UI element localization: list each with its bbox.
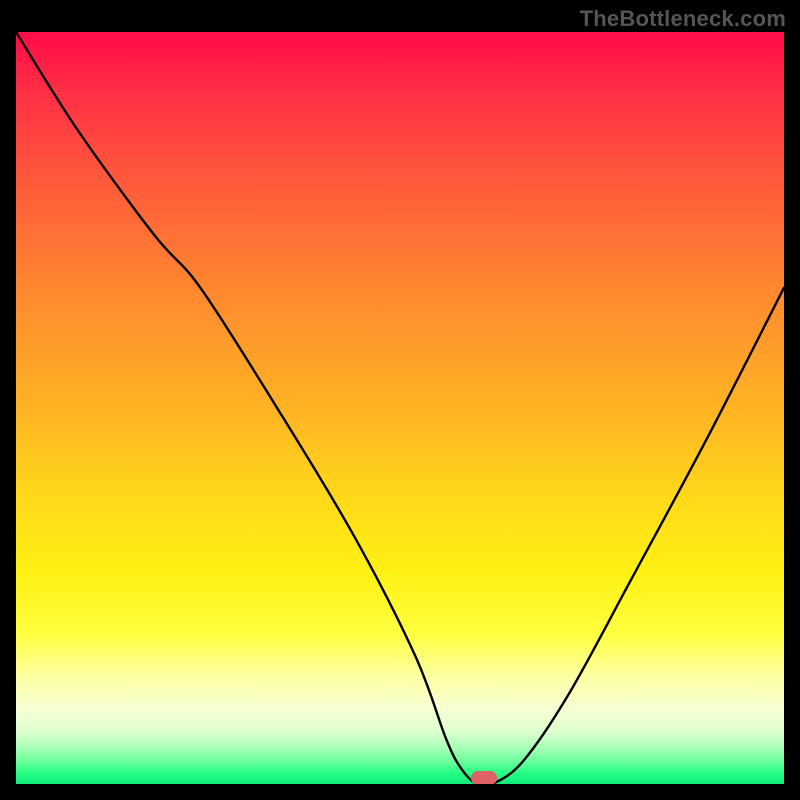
optimal-point-marker: [471, 771, 497, 784]
watermark-text: TheBottleneck.com: [580, 6, 786, 32]
bottleneck-curve: [16, 32, 784, 784]
chart-frame: TheBottleneck.com: [0, 0, 800, 800]
plot-area: [16, 32, 784, 784]
